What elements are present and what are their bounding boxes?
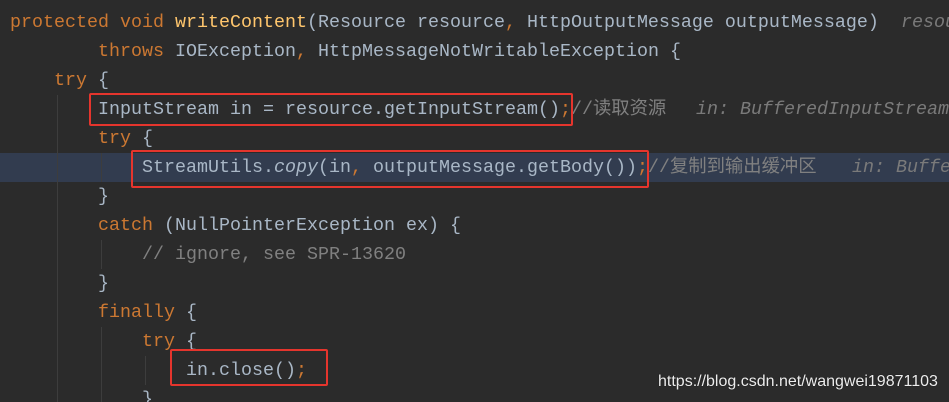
punctuation: , [296,41,307,62]
keyword: try [98,128,142,149]
highlight-box-close-stream [170,349,328,386]
indent-guide [101,240,102,269]
highlight-box-stream-copy [131,150,649,188]
keyword: throws [98,41,175,62]
code-editor[interactable]: protected void writeContent (Resource re… [0,0,949,402]
keyword: try [54,70,98,91]
code-text: } [142,389,153,402]
inline-debug-value: in: BufferedInputStream [696,99,949,120]
code-line-method-signature[interactable]: protected void writeContent (Resource re… [0,8,949,37]
method-name: writeContent [174,12,307,33]
code-line-finally[interactable]: finally { [0,298,949,327]
code-line-catch[interactable]: catch (NullPointerException ex) { [0,211,949,240]
code-text: { [142,128,153,149]
code-line-try[interactable]: try { [0,66,949,95]
inline-debug-value: in: Buffe [852,157,949,178]
code-text: { [98,70,109,91]
code-text: { [186,302,197,323]
code-text: } [98,273,109,294]
code-text: (NullPointerException ex) { [164,215,461,236]
code-line-throws[interactable]: throws IOException , HttpMessageNotWrita… [0,37,949,66]
code-text: (Resource resource [306,12,505,33]
indent-guide [101,153,102,182]
inline-debug-value: resou [901,12,949,33]
code-text: } [98,186,109,207]
watermark-url: https://blog.csdn.net/wangwei19871103 [658,373,938,390]
indent-guide [57,95,58,402]
indent-guide [145,356,146,385]
comment: //读取资源 [570,99,667,120]
keyword: catch [98,215,164,236]
code-text: IOException [175,41,296,62]
code-line-ignore-comment[interactable]: // ignore, see SPR-13620 [0,240,949,269]
code-line-finally-try[interactable]: try { [0,327,949,356]
comment: // ignore, see SPR-13620 [142,244,406,265]
indent-guide [101,327,102,402]
code-line-inner-try[interactable]: try { [0,124,949,153]
code-area[interactable]: protected void writeContent (Resource re… [0,8,949,402]
code-line-close-brace[interactable]: } [0,269,949,298]
highlight-box-get-input-stream [89,93,573,126]
keyword: finally [98,302,186,323]
code-text: HttpMessageNotWritableException { [307,41,681,62]
comment: //复制到输出缓冲区 [647,157,817,178]
keyword: protected void [10,12,175,33]
code-text: HttpOutputMessage outputMessage) [515,12,879,33]
punctuation: , [504,12,516,33]
